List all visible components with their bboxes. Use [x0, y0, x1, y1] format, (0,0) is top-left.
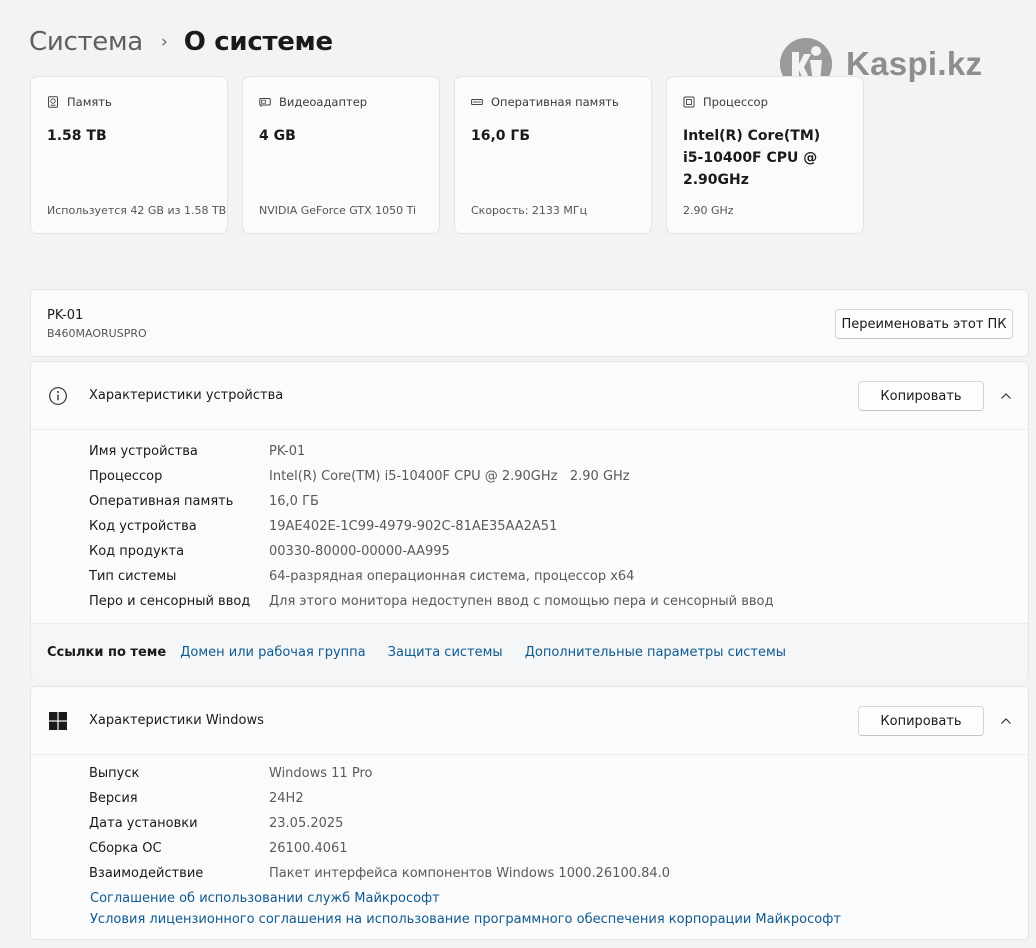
- spec-row: Версия 24H2: [89, 786, 670, 811]
- spec-row: Дата установки 23.05.2025: [89, 811, 670, 836]
- section-title: Характеристики Windows: [89, 713, 264, 728]
- spec-label: Имя устройства: [89, 444, 198, 459]
- ram-icon: [471, 99, 483, 105]
- windows-specs-panel: Характеристики Windows Копировать Выпуск…: [30, 686, 1029, 940]
- storage-icon: [48, 96, 58, 108]
- card-value: 16,0 ГБ: [471, 128, 531, 144]
- breadcrumb-parent[interactable]: Система: [29, 27, 143, 57]
- spec-label: Код устройства: [89, 519, 197, 534]
- storage-card[interactable]: Память 1.58 TB Используется 42 GB из 1.5…: [30, 76, 228, 234]
- card-subtext: Используется 42 GB из 1.58 TB: [47, 204, 227, 217]
- spec-row: Тип системы 64-разрядная операционная сис…: [89, 564, 773, 589]
- device-spec-list: Имя устройства PK-01 Процессор Intel(R) Co…: [89, 439, 773, 614]
- windows-spec-list: Выпуск Windows 11 Pro Версия 24H2 Дата уст…: [89, 761, 670, 886]
- spec-row: Процессор Intel(R) Core(TM) i5-10400F CPU…: [89, 464, 773, 489]
- spec-label: Код продукта: [89, 544, 185, 559]
- spec-value: Windows 11 Pro: [269, 766, 373, 781]
- breadcrumb: Система › О системе: [29, 22, 333, 62]
- related-links-title: Ссылки по теме: [47, 645, 167, 660]
- spec-label: Сборка ОС: [89, 841, 162, 856]
- ram-card[interactable]: Оперативная память 16,0 ГБ Скорость: 213…: [454, 76, 652, 234]
- link-ms-services-agreement[interactable]: Соглашение об использовании служб Майкро…: [90, 891, 440, 906]
- spec-row: Сборка ОС 26100.4061: [89, 836, 670, 861]
- pc-name-panel: PK-01 B460MAORUSPRO Переименовать этот П…: [30, 289, 1029, 357]
- spec-value: 24H2: [269, 791, 304, 806]
- spec-row: Оперативная память 16,0 ГБ: [89, 489, 773, 514]
- chevron-up-icon[interactable]: [998, 713, 1014, 729]
- info-icon: [49, 387, 67, 405]
- card-value: 1.58 TB: [47, 128, 107, 144]
- windows-specs-header[interactable]: Характеристики Windows Копировать: [31, 687, 1028, 755]
- spec-value: 64-разрядная операционная система, проце…: [269, 569, 635, 584]
- breadcrumb-chevron-icon: ›: [160, 32, 168, 52]
- page-title: О системе: [183, 27, 333, 57]
- pc-name: PK-01: [47, 308, 84, 323]
- card-value-line: Intel(R) Core(TM): [683, 128, 821, 144]
- spec-value: Пакет интерфейса компонентов Windows 100…: [269, 866, 671, 881]
- windows-logo-icon: [49, 712, 67, 730]
- gpu-icon: [259, 98, 271, 107]
- spec-value: 16,0 ГБ: [269, 494, 319, 509]
- copy-device-specs-button[interactable]: Копировать: [858, 381, 984, 411]
- spec-label: Оперативная память: [89, 494, 234, 509]
- card-value: Intel(R) Core(TM) i5-10400F CPU @ 2.90GH…: [683, 125, 847, 191]
- kaspi-text: Kaspi.kz: [846, 45, 983, 82]
- cpu-icon: [683, 96, 695, 108]
- spec-row: Выпуск Windows 11 Pro: [89, 761, 670, 786]
- link-ms-license-terms[interactable]: Условия лицензионного соглашения на испо…: [90, 912, 841, 927]
- spec-row: Код продукта 00330-80000-00000-AA995: [89, 539, 773, 564]
- card-subtext: NVIDIA GeForce GTX 1050 Ti: [259, 204, 417, 217]
- spec-value: PK-01: [269, 444, 306, 459]
- spec-row: Взаимодействие Пакет интерфейса компонент…: [89, 861, 670, 886]
- spec-label: Взаимодействие: [89, 866, 204, 881]
- spec-row: Код устройства 19AE402E-1C99-4979-902C-81…: [89, 514, 773, 539]
- spec-row: Перо и сенсорный ввод Для этого монитора …: [89, 589, 773, 614]
- spec-label: Дата установки: [89, 816, 198, 831]
- link-system-protection[interactable]: Защита системы: [388, 645, 503, 660]
- spec-value: 19AE402E-1C99-4979-902C-81AE35AA2A51: [269, 519, 558, 534]
- card-subtext: Скорость: 2133 МГц: [471, 204, 588, 217]
- rename-pc-button[interactable]: Переименовать этот ПК: [835, 309, 1013, 339]
- spec-label: Тип системы: [89, 569, 177, 584]
- spec-label: Выпуск: [89, 766, 140, 781]
- chevron-up-icon[interactable]: [998, 388, 1014, 404]
- card-subtext: 2.90 GHz: [683, 204, 734, 217]
- spec-label: Версия: [89, 791, 138, 806]
- gpu-card[interactable]: Видеоадаптер 4 GB NVIDIA GeForce GTX 105…: [242, 76, 440, 234]
- card-value-line: i5-10400F CPU @: [683, 150, 818, 166]
- cpu-card[interactable]: Процессор Intel(R) Core(TM) i5-10400F CP…: [666, 76, 864, 234]
- section-title: Характеристики устройства: [89, 388, 284, 403]
- card-title: Оперативная память: [491, 95, 619, 109]
- link-domain-workgroup[interactable]: Домен или рабочая группа: [180, 645, 365, 660]
- card-title: Видеоадаптер: [279, 95, 368, 109]
- spec-value: 26100.4061: [269, 841, 348, 856]
- device-specs-header[interactable]: Характеристики устройства Копировать: [31, 362, 1028, 430]
- spec-value: Intel(R) Core(TM) i5-10400F CPU @ 2.90GH…: [269, 469, 630, 484]
- spec-value: 00330-80000-00000-AA995: [269, 544, 450, 559]
- pc-model: B460MAORUSPRO: [47, 327, 147, 340]
- card-value-line: 2.90GHz: [683, 172, 749, 188]
- card-value: 4 GB: [259, 128, 296, 144]
- link-advanced-system-settings[interactable]: Дополнительные параметры системы: [525, 645, 786, 660]
- related-links-bar: Ссылки по теме Домен или рабочая группа …: [31, 623, 1028, 681]
- spec-row: Имя устройства PK-01: [89, 439, 773, 464]
- spec-label: Перо и сенсорный ввод: [89, 594, 251, 609]
- device-specs-panel: Характеристики устройства Копировать Имя…: [30, 361, 1029, 681]
- spec-value: Для этого монитора недоступен ввод с пом…: [269, 594, 774, 609]
- spec-value: 23.05.2025: [269, 816, 344, 831]
- card-title: Процессор: [703, 95, 768, 109]
- spec-label: Процессор: [89, 469, 163, 484]
- card-title: Память: [67, 95, 112, 109]
- copy-windows-specs-button[interactable]: Копировать: [858, 706, 984, 736]
